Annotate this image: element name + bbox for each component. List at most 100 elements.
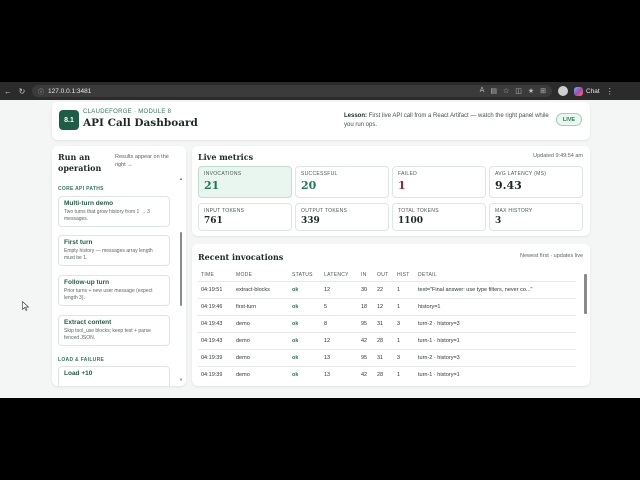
cell-detail: turn-1 · history=1 (418, 338, 460, 344)
table-row: 04:19:39 demo ok 13 95 31 3 turn-2 · history=3 (198, 349, 576, 366)
cell-time: 04:19:51 (201, 287, 223, 293)
operations-hint: Results appear on the right → (115, 154, 169, 168)
operations-title: Run an operation (58, 152, 102, 173)
metric-label: OUTPUT TOKENS (301, 208, 348, 214)
cell-hist: 3 (397, 355, 401, 361)
op-first-turn[interactable]: First turn Empty history — messages arra… (58, 235, 170, 266)
col-mode: MODE (236, 272, 253, 278)
browser-toolbar: ← ↻ ⓘ 127.0.0.1:3481 A ▤ ☆ ◫ ★ ⊞ Chat ⋮ (0, 82, 640, 100)
op-name: Multi-turn demo (64, 200, 114, 207)
metric-invocations: INVOCATIONS 21 (198, 166, 292, 198)
cell-detail: text="Final answer: use type filters, ne… (418, 287, 533, 293)
metrics-title: Live metrics (198, 152, 254, 162)
live-status-badge: LIVE (556, 113, 582, 126)
page-title: API Call Dashboard (83, 117, 198, 129)
metric-value: 1100 (398, 216, 424, 226)
cell-mode: demo (236, 338, 250, 344)
module-eyebrow: CLAUDEFORGE · MODULE 8 (83, 109, 172, 115)
metric-failed: FAILED 1 (392, 166, 486, 198)
cell-mode: extract-blocks (236, 287, 270, 293)
cell-out: 28 (377, 372, 384, 378)
cell-status: ok (292, 338, 299, 344)
section-core-api: CORE API PATHS (58, 186, 104, 192)
metric-avg-latency: AVG LATENCY (MS) 9.43 (489, 166, 583, 198)
invocations-note: Newest first · updates live (520, 253, 583, 259)
copilot-chat-button[interactable]: Chat (574, 86, 600, 96)
lesson-note: Lesson: First live API call from a React… (344, 112, 554, 130)
lesson-label: Lesson: (344, 113, 368, 119)
table-row: 04:19:39 demo ok 13 42 28 1 turn-1 · history=1 (198, 366, 576, 383)
cell-detail: turn-2 · history=3 (418, 355, 460, 361)
table-row: 04:19:46 first-turn ok 5 18 12 1 history=1 (198, 298, 576, 315)
cell-in: 95 (361, 321, 368, 327)
op-extract-content[interactable]: Extract content Skip tool_use blocks; ke… (58, 315, 170, 346)
info-icon[interactable]: ⓘ (38, 87, 44, 96)
invocations-title: Recent invocations (198, 252, 284, 262)
address-bar[interactable]: ⓘ 127.0.0.1:3481 A ▤ ☆ ◫ ★ ⊞ (32, 85, 552, 97)
cell-status: ok (292, 355, 299, 361)
table-row: 04:19:51 extract-blocks ok 12 30 22 1 text="Fin… (198, 281, 576, 298)
cell-detail: turn-2 · history=3 (418, 321, 460, 327)
page-header: 8.1 CLAUDEFORGE · MODULE 8 API Call Dash… (52, 102, 590, 140)
collections-icon[interactable]: ⊞ (540, 87, 546, 95)
back-icon[interactable]: ← (4, 87, 12, 96)
metric-label: INPUT TOKENS (204, 208, 245, 214)
cell-out: 12 (377, 304, 384, 310)
operations-scrollbar[interactable]: ▲ ▼ (179, 176, 183, 382)
cell-mode: demo (236, 372, 250, 378)
metric-value: 761 (204, 216, 223, 226)
metric-total-tokens: TOTAL TOKENS 1100 (392, 203, 486, 231)
op-multi-turn-demo[interactable]: Multi-turn demo Two turns that grow hist… (58, 196, 170, 227)
live-metrics-panel: Live metrics Updated 9:49:54 am INVOCATI… (192, 146, 590, 236)
scroll-up-icon[interactable]: ▲ (179, 176, 183, 181)
cell-detail: history=1 (418, 304, 441, 310)
cell-time: 04:19:39 (201, 372, 223, 378)
metric-output-tokens: OUTPUT TOKENS 339 (295, 203, 389, 231)
scroll-thumb[interactable] (180, 232, 182, 306)
metric-label: SUCCESSFUL (301, 171, 338, 177)
cell-mode: first-turn (236, 304, 257, 310)
cell-latency: 13 (324, 372, 331, 378)
op-load-10[interactable]: Load +10 (58, 366, 170, 386)
cell-latency: 8 (324, 321, 328, 327)
op-name: Follow-up turn (64, 279, 110, 286)
scroll-down-icon[interactable]: ▼ (179, 377, 183, 382)
read-aloud-icon[interactable]: A (480, 87, 485, 95)
metric-input-tokens: INPUT TOKENS 761 (198, 203, 292, 231)
invocations-scrollbar[interactable] (584, 274, 587, 384)
cell-time: 04:19:39 (201, 355, 223, 361)
cell-hist: 1 (397, 287, 401, 293)
cell-status: ok (292, 304, 299, 310)
address-text: 127.0.0.1:3481 (48, 87, 92, 95)
more-icon[interactable]: ⋮ (606, 87, 614, 96)
op-follow-up-turn[interactable]: Follow-up turn Prior turns + new user me… (58, 275, 170, 306)
op-desc: Empty history — messages array length mu… (64, 248, 153, 261)
cell-time: 04:19:46 (201, 304, 223, 310)
op-desc: Two turns that grow history from 1 → 3 m… (64, 209, 150, 222)
mouse-cursor-icon (22, 301, 30, 311)
reader-icon[interactable]: ▤ (490, 87, 497, 95)
cell-hist: 1 (397, 338, 401, 344)
cell-out: 22 (377, 287, 384, 293)
scroll-thumb[interactable] (584, 274, 587, 314)
metric-label: AVG LATENCY (MS) (495, 171, 547, 177)
favorites-icon[interactable]: ★ (528, 87, 534, 95)
chat-label: Chat (586, 87, 600, 95)
table-row: 04:19:43 demo ok 8 95 31 3 turn-2 · history=3 (198, 315, 576, 332)
metric-value: 9.43 (495, 179, 522, 192)
cell-out: 31 (377, 355, 384, 361)
extensions-icon[interactable]: ◫ (515, 87, 522, 95)
cell-latency: 13 (324, 355, 331, 361)
table-row: 04:19:43 demo ok 12 42 28 1 turn-1 · history=1 (198, 332, 576, 349)
col-out: OUT (377, 272, 389, 278)
cell-out: 28 (377, 338, 384, 344)
table-header: TIME MODE STATUS LATENCY IN OUT HIST DET… (192, 269, 582, 281)
col-time: TIME (201, 272, 215, 278)
operations-panel: Run an operation Results appear on the r… (52, 146, 186, 386)
profile-avatar[interactable] (558, 86, 568, 96)
col-in: IN (361, 272, 367, 278)
metric-value: 3 (495, 216, 502, 226)
reload-icon[interactable]: ↻ (18, 87, 26, 96)
metric-value: 20 (301, 179, 317, 192)
favorite-icon[interactable]: ☆ (503, 87, 509, 95)
